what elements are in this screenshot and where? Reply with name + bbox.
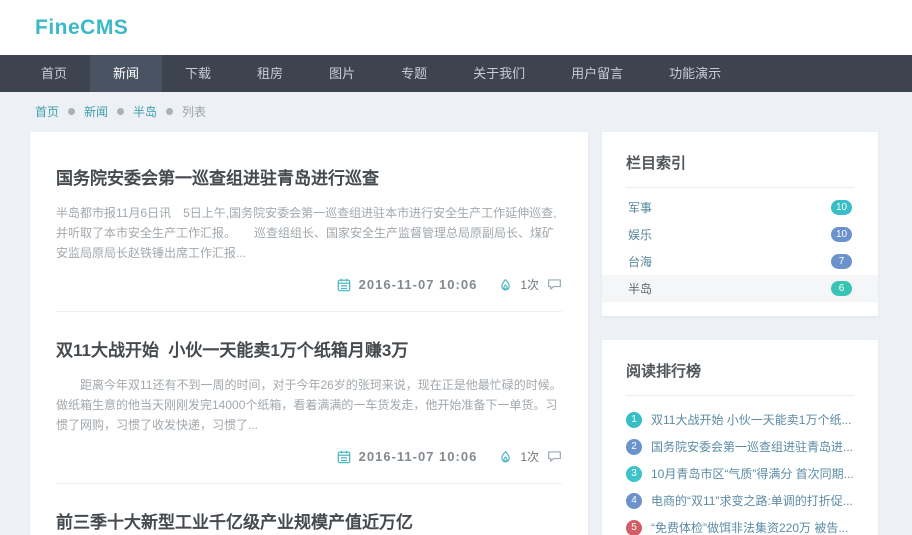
article-excerpt: 半岛都市报11月6日讯 5日上午,国务院安委会第一巡查组进驻本市进行安全生产工作… [56,206,557,260]
nav-item-demo[interactable]: 功能演示 [646,55,744,92]
article-meta: 2016-11-07 10:06 1次 [56,448,562,465]
article-title-link[interactable]: 国务院安委会第一巡查组进驻青岛进行巡查 [56,164,562,189]
nav-item-guestbook[interactable]: 用户留言 [548,55,646,92]
comment-icon[interactable] [547,278,562,291]
breadcrumb-news[interactable]: 新闻 [84,103,108,120]
rank-badge: 1 [626,411,642,428]
ranking-text: 电商的“双11”求变之路:单调的打折促... [651,494,853,508]
page-body: 国务院安委会第一巡查组进驻青岛进行巡查 半岛都市报11月6日讯 5日上午,国务院… [0,130,912,535]
ranking-item[interactable]: 2 国务院安委会第一巡查组进驻青岛进... [626,433,854,460]
article-excerpt: 距离今年双11还有不到一周的时间，对于今年26岁的张珂来说，现在正是他最忙碌的时… [56,378,562,432]
column-list: 军事 10 娱乐 10 台海 7 半岛 6 [602,194,878,302]
site-header: FineCMS [0,0,912,55]
nav-item-news[interactable]: 新闻 [90,55,163,92]
rank-badge: 2 [626,438,642,455]
calendar-icon [337,450,351,464]
ranking-text: “免费体检”做饵非法集资220万 被告... [651,521,849,535]
breadcrumb-dot [117,108,125,115]
sidebar-item-military[interactable]: 军事 10 [626,194,854,221]
count-badge: 10 [831,227,852,242]
article-item: 双11大战开始 小伙一天能卖1万个纸箱月赚3万 距离今年双11还有不到一周的时间… [56,312,562,484]
ranking-item[interactable]: 1 双11大战开始 小伙一天能卖1万个纸... [626,406,854,433]
ranking-text: 国务院安委会第一巡查组进驻青岛进... [651,440,854,454]
ranking-item[interactable]: 4 电商的“双11”求变之路:单调的打折促... [626,487,854,514]
breadcrumb-dot [68,108,76,115]
column-label: 半岛 [628,282,653,296]
count-badge: 7 [831,254,852,269]
rank-badge: 4 [626,492,642,509]
sidebar-item-entertainment[interactable]: 娱乐 10 [626,221,854,248]
nav-item-rent[interactable]: 租房 [234,55,306,92]
calendar-icon [337,278,351,292]
sidebar-item-taiwan[interactable]: 台海 7 [626,248,854,275]
ranking-panel: 阅读排行榜 1 双11大战开始 小伙一天能卖1万个纸... 2 国务院安委会第一… [602,340,878,535]
ranking-item[interactable]: 5 “免费体检”做饵非法集资220万 被告... [626,514,854,535]
nav-item-about[interactable]: 关于我们 [450,55,548,92]
comment-icon[interactable] [547,450,562,463]
article-title-link[interactable]: 前三季十大新型工业千亿级产业规模产值近万亿 [56,508,562,533]
article-meta: 2016-11-07 10:06 1次 [56,276,562,293]
sidebar: 栏目索引 军事 10 娱乐 10 台海 7 半岛 6 阅读排行榜 1 双11大战… [602,132,878,535]
flame-icon [499,450,512,464]
breadcrumb: 首页 新闻 半岛 列表 [0,92,912,130]
column-label: 台海 [628,255,653,269]
breadcrumb-dot [166,108,174,115]
nav-item-topics[interactable]: 专题 [378,55,450,92]
count-badge: 6 [831,281,852,296]
rank-badge: 3 [626,465,642,482]
nav-item-home[interactable]: 首页 [18,55,90,92]
nav-item-download[interactable]: 下载 [162,55,234,92]
column-index-panel: 栏目索引 军事 10 娱乐 10 台海 7 半岛 6 [602,132,878,316]
ranking-text: 10月青岛市区“气质”得满分 首次同期... [651,467,854,481]
breadcrumb-bandao[interactable]: 半岛 [133,103,157,120]
article-list: 国务院安委会第一巡查组进驻青岛进行巡查 半岛都市报11月6日讯 5日上午,国务院… [30,132,588,535]
article-views: 1次 [520,450,539,464]
nav-item-images[interactable]: 图片 [306,55,378,92]
ranking-item[interactable]: 3 10月青岛市区“气质”得满分 首次同期... [626,460,854,487]
article-views: 1次 [520,278,539,292]
article-title-link[interactable]: 双11大战开始 小伙一天能卖1万个纸箱月赚3万 [56,336,562,361]
rank-badge: 5 [626,519,642,535]
ranking-text: 双11大战开始 小伙一天能卖1万个纸... [651,413,852,427]
article-item: 国务院安委会第一巡查组进驻青岛进行巡查 半岛都市报11月6日讯 5日上午,国务院… [56,140,562,312]
article-date: 2016-11-07 10:06 [358,449,478,464]
column-label: 军事 [628,201,653,215]
column-label: 娱乐 [628,228,653,242]
flame-icon [499,278,512,292]
ranking-list: 1 双11大战开始 小伙一天能卖1万个纸... 2 国务院安委会第一巡查组进驻青… [626,406,854,535]
logo[interactable]: FineCMS [35,16,128,40]
breadcrumb-home[interactable]: 首页 [35,103,59,120]
sidebar-item-bandao[interactable]: 半岛 6 [602,275,878,302]
article-date: 2016-11-07 10:06 [358,277,478,292]
panel-title: 栏目索引 [626,152,854,188]
panel-title: 阅读排行榜 [626,360,854,396]
breadcrumb-list: 列表 [182,105,207,119]
article-item: 前三季十大新型工业千亿级产业规模产值近万亿 为转变工业发展方式、调整工业发展结构… [56,484,562,535]
count-badge: 10 [831,200,852,215]
main-nav: 首页 新闻 下载 租房 图片 专题 关于我们 用户留言 功能演示 [0,55,912,92]
